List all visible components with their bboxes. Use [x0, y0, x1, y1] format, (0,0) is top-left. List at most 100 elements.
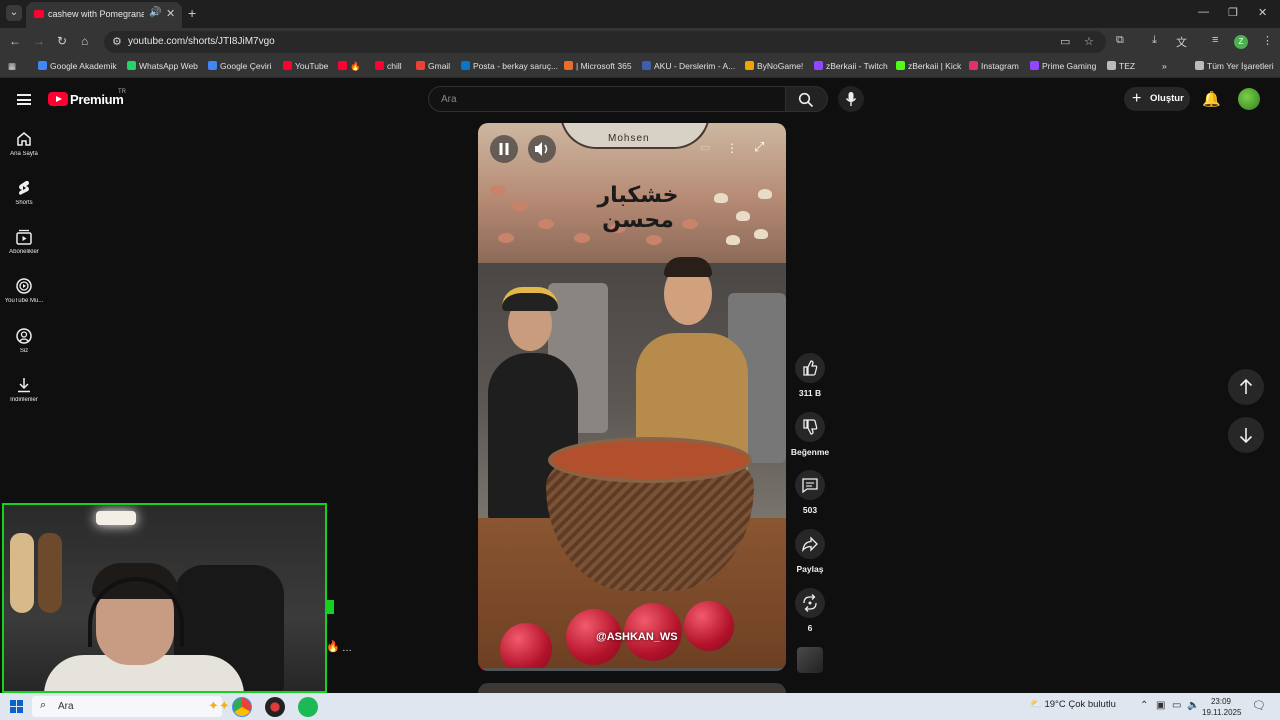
bookmark-item[interactable]: ByNoGame! — [745, 61, 803, 71]
share-button-circle[interactable] — [795, 529, 825, 559]
bookmark-item[interactable]: Google Akademik — [38, 61, 117, 71]
address-bar[interactable]: ⚙ youtube.com/shorts/JTI8JiM7vgo ▭ ☆ — [104, 31, 1106, 53]
fullscreen-icon[interactable]: ⤢ — [754, 139, 764, 155]
youtube-logo-icon[interactable] — [48, 92, 68, 106]
media-control-icon[interactable]: ≡ — [1212, 34, 1218, 46]
youtube-premium-brand[interactable]: Premium — [70, 92, 124, 107]
bookmark-item[interactable]: AKU - Derslerim - A... — [642, 61, 735, 71]
bookmark-item[interactable]: YouTube — [283, 61, 328, 71]
bookmark-favicon-icon — [208, 61, 217, 70]
address-url: youtube.com/shorts/JTI8JiM7vgo — [128, 36, 275, 47]
comments-button-circle[interactable] — [795, 470, 825, 500]
new-tab-button[interactable]: + — [188, 5, 196, 21]
more-options-icon[interactable]: ⋮ — [726, 141, 738, 155]
bookmark-item[interactable]: zBerkaii - Twitch — [814, 61, 888, 71]
bookmark-folder[interactable]: Tüm Yer İşaretleri — [1195, 61, 1274, 71]
cast-icon[interactable]: ▭ — [1060, 35, 1070, 48]
chrome-taskbar-icon[interactable] — [232, 697, 252, 717]
shorts-icon — [19, 181, 29, 195]
like-button-circle[interactable] — [795, 353, 825, 383]
bookmark-item[interactable]: | Microsoft 365 — [564, 61, 632, 71]
volume-icon[interactable]: 🔈 — [1187, 700, 1199, 711]
windows-start-icon[interactable] — [10, 700, 23, 713]
webcam-overlay — [2, 503, 327, 693]
sidebar-item-subscriptions[interactable]: Abonelikler — [0, 228, 48, 255]
sidebar-item-home[interactable]: Ana Sayfa — [0, 130, 48, 157]
windows-taskbar: ⌕ Ara ✦✦ ⛅ 19°C Çok bulutlu ⌃ ▣ ▭ 🔈 23:0… — [0, 693, 1280, 720]
bookmark-item[interactable]: Prime Gaming — [1030, 61, 1096, 71]
notification-center-icon[interactable]: 🗨 — [1252, 699, 1266, 712]
profile-avatar[interactable]: Z — [1234, 35, 1248, 49]
bookmark-item[interactable]: zBerkaii | Kick — [896, 61, 961, 71]
network-icon[interactable]: ▭ — [1172, 700, 1181, 711]
search-input[interactable]: Ara — [428, 86, 786, 112]
remix-button[interactable]: 6 — [792, 588, 828, 633]
browser-menu-icon[interactable]: ⋮ — [1262, 34, 1273, 47]
taskbar-clock[interactable]: 23:09 19.11.2025 — [1202, 696, 1241, 718]
search-icon — [798, 92, 814, 108]
obs-taskbar-icon[interactable] — [265, 697, 285, 717]
remix-button-circle[interactable] — [795, 588, 825, 618]
sidebar-item-youtube-music[interactable]: YouTube Mu... — [0, 277, 48, 304]
comments-button[interactable]: 503 — [792, 470, 828, 515]
voice-search-button[interactable] — [838, 86, 864, 112]
search-button[interactable] — [786, 86, 828, 112]
tray-app-icon[interactable]: ▣ — [1156, 700, 1165, 711]
bookmark-item[interactable]: Google Çeviri — [208, 61, 272, 71]
sidebar-item-shorts[interactable]: Shorts — [0, 179, 48, 206]
shorts-video-player[interactable]: Mohsen خشکبار محسن @ASHKAN_WS ▭ ⋮ ⤢ — [478, 123, 786, 671]
sidebar-item-downloads[interactable]: İndirilenler — [0, 376, 48, 403]
restore-button[interactable]: ❐ — [1228, 6, 1238, 19]
next-short-button[interactable] — [1228, 417, 1264, 453]
video-progress-bar[interactable] — [478, 668, 786, 671]
taskbar-search-box[interactable]: ⌕ Ara ✦✦ — [32, 696, 230, 717]
like-button[interactable]: 311 B — [792, 353, 828, 398]
pause-button[interactable] — [490, 135, 518, 163]
spotify-taskbar-icon[interactable] — [298, 697, 318, 717]
dislike-button[interactable]: Beğenme — [791, 412, 829, 457]
captions-icon[interactable]: ▭ — [700, 141, 710, 154]
bookmark-item[interactable]: chill — [375, 61, 402, 71]
weather-widget[interactable]: ⛅ 19°C Çok bulutlu — [1030, 699, 1116, 710]
guide-menu-icon[interactable] — [17, 94, 31, 105]
more-bookmarks-icon[interactable]: » — [1162, 61, 1167, 71]
sidebar-item-you[interactable]: Siz — [0, 327, 48, 354]
dislike-button-circle[interactable] — [795, 412, 825, 442]
bookmark-item[interactable]: Gmail — [416, 61, 450, 71]
downloads-icon[interactable]: ⤓ — [1152, 34, 1157, 47]
previous-short-button[interactable] — [1228, 369, 1264, 405]
browser-tab[interactable]: cashew with Pomegranate | 🔊 ✕ — [26, 2, 182, 28]
create-button[interactable]: + Oluştur — [1124, 87, 1190, 111]
almond — [490, 185, 506, 195]
tab-audio-icon[interactable]: 🔊 — [149, 7, 161, 18]
share-button[interactable]: Paylaş — [792, 529, 828, 574]
share-arrow-icon — [802, 536, 818, 553]
show-hidden-icons-icon[interactable]: ⌃ — [1140, 700, 1148, 711]
bookmark-folder[interactable]: TEZ — [1107, 61, 1135, 71]
site-info-icon[interactable]: ⚙ — [112, 35, 122, 48]
volume-button[interactable] — [528, 135, 556, 163]
notifications-bell-icon[interactable]: 🔔 — [1202, 90, 1221, 108]
tab-close-icon[interactable]: ✕ — [166, 7, 175, 20]
home-icon[interactable]: ⌂ — [81, 34, 88, 48]
bookmark-item[interactable]: 🔥 — [338, 61, 361, 72]
account-avatar[interactable] — [1238, 88, 1260, 110]
extensions-icon[interactable]: ⧉ — [1116, 34, 1124, 47]
bookmark-item[interactable]: Instagram — [969, 61, 1019, 71]
minimize-button[interactable]: — — [1198, 6, 1209, 18]
sidebar-item-label: Siz — [19, 348, 29, 354]
tab-search-button[interactable]: ⌄ — [6, 5, 22, 21]
bookmark-star-icon[interactable]: ☆ — [1084, 35, 1094, 48]
audio-source-thumbnail[interactable] — [797, 647, 823, 673]
apps-grid-icon[interactable]: ▦ — [8, 61, 16, 72]
back-arrow-icon[interactable]: ← — [9, 34, 21, 48]
reload-icon[interactable]: ↻ — [57, 34, 67, 48]
close-window-button[interactable]: ✕ — [1258, 6, 1267, 19]
bookmark-favicon-icon — [564, 61, 573, 70]
bookmark-item[interactable]: Posta - berkay saruç... — [461, 61, 558, 71]
forward-arrow-icon[interactable]: → — [33, 34, 45, 48]
microphone-icon — [845, 92, 857, 106]
translate-icon[interactable]: 文 — [1176, 34, 1187, 50]
bookmark-item[interactable]: WhatsApp Web — [127, 61, 198, 71]
you-icon — [16, 328, 32, 344]
